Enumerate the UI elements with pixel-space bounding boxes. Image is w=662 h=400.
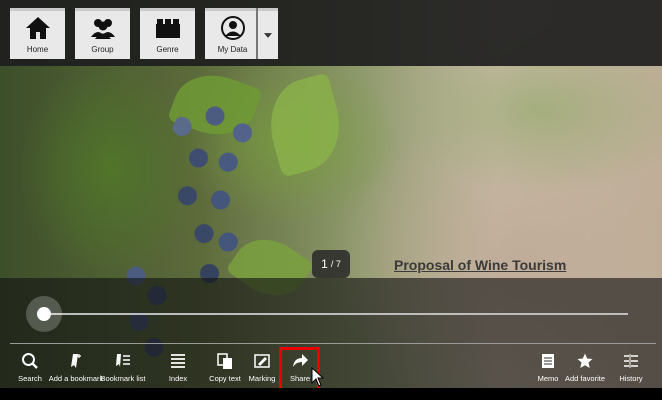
star-icon bbox=[577, 353, 593, 368]
toolbar-add-favorite-label: Add favorite bbox=[564, 374, 606, 383]
nav-genre-button[interactable]: Genre bbox=[140, 8, 195, 59]
panel-divider bbox=[10, 343, 656, 344]
toolbar-search-label: Search bbox=[18, 374, 42, 383]
nav-mydata-button[interactable]: My Data bbox=[205, 8, 260, 59]
toolbar-bookmark-list-button[interactable]: Bookmark list bbox=[93, 352, 153, 383]
toolbar-history-button[interactable]: History bbox=[601, 352, 661, 383]
main-navigation: Home Group Genre My Data bbox=[10, 8, 260, 59]
page-indicator: 1 / 7 bbox=[312, 250, 350, 278]
page-slider-handle[interactable] bbox=[26, 296, 62, 332]
toolbar-index-label: Index bbox=[168, 374, 188, 383]
nav-genre-label: Genre bbox=[156, 45, 179, 54]
genre-icon bbox=[155, 19, 180, 38]
page-total: / 7 bbox=[330, 259, 341, 269]
nav-more-dropdown-button[interactable] bbox=[258, 8, 278, 59]
bookmark-add-icon bbox=[71, 354, 81, 368]
mouse-cursor-icon bbox=[311, 367, 325, 387]
search-icon bbox=[22, 353, 38, 369]
nav-home-label: Home bbox=[26, 45, 49, 54]
slider-knob bbox=[37, 307, 51, 321]
nav-mydata-label: My Data bbox=[217, 45, 248, 54]
triangle-down-icon bbox=[264, 32, 272, 38]
index-icon bbox=[171, 354, 185, 368]
bookmark-list-icon bbox=[116, 354, 130, 367]
user-icon bbox=[220, 16, 245, 40]
slide-title: Proposal of Wine Tourism bbox=[394, 257, 567, 273]
marking-icon bbox=[254, 354, 270, 368]
nav-group-button[interactable]: Group bbox=[75, 8, 130, 59]
nav-group-label: Group bbox=[91, 45, 114, 54]
nav-home-button[interactable]: Home bbox=[10, 8, 65, 59]
bottom-edge-bar bbox=[0, 388, 662, 400]
toolbar-history-label: History bbox=[619, 374, 643, 383]
history-icon bbox=[624, 354, 638, 368]
home-icon bbox=[25, 17, 50, 39]
page-current: 1 bbox=[321, 257, 328, 271]
toolbar-bookmark-list-label: Bookmark list bbox=[100, 374, 146, 383]
group-icon bbox=[90, 19, 115, 39]
page-slider-track[interactable] bbox=[44, 313, 628, 315]
